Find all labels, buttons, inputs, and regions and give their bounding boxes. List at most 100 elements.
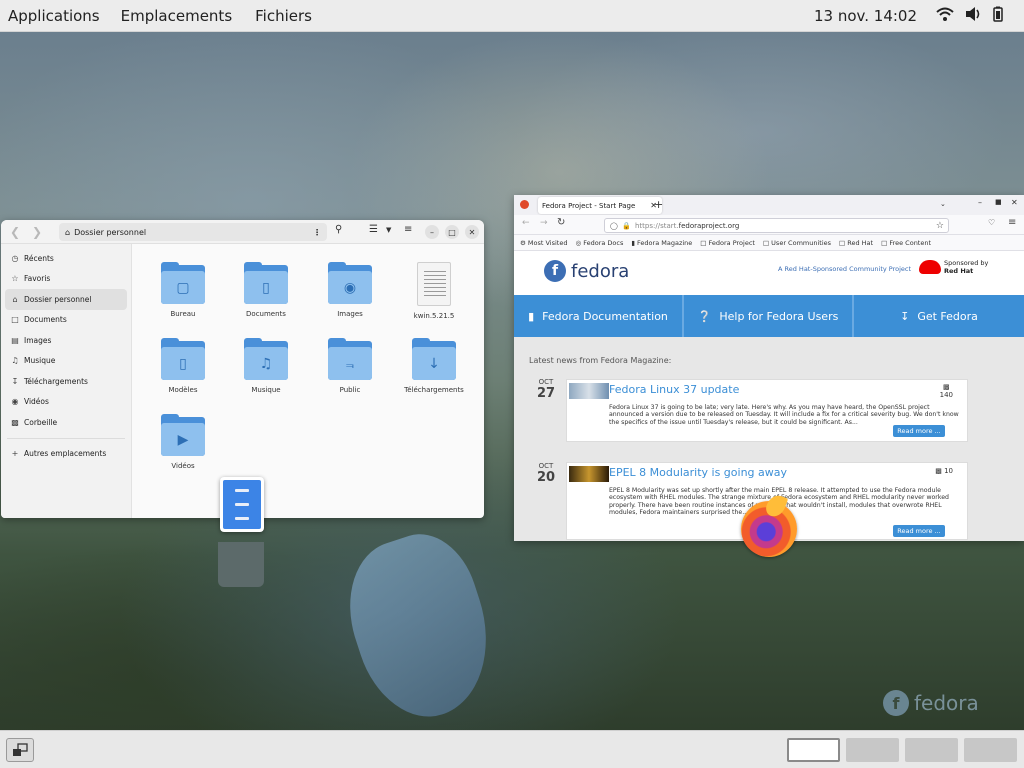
file-item-label: Vidéos: [171, 462, 195, 470]
pocket-icon[interactable]: ♡: [988, 218, 995, 227]
bookmark-most-visited[interactable]: ⚙ Most Visited: [520, 239, 567, 247]
show-desktop-button[interactable]: [6, 738, 34, 762]
files-window: ❮ ❯ ⌂ Dossier personnel ⋮ ⚲ ☰ ▼ ≡ – □ ✕ …: [1, 220, 484, 518]
url-bar[interactable]: ◯ 🔒 https://start. fedoraproject.org ☆: [604, 218, 949, 233]
article-thumbnail[interactable]: [569, 383, 609, 399]
workspace-1[interactable]: [787, 738, 840, 762]
sidebar-label: Dossier personnel: [24, 294, 92, 304]
search-icon[interactable]: ⚲: [335, 224, 342, 235]
sidebar-item-trash[interactable]: ▩ Corbeille: [1, 412, 131, 433]
sponsor-text[interactable]: A Red Hat-Sponsored Community Project: [778, 265, 911, 273]
download-folder-icon: ↓: [412, 338, 456, 380]
image-icon: ▤: [11, 335, 19, 345]
bookmark-star-icon[interactable]: ☆: [936, 221, 944, 231]
new-tab-icon[interactable]: +: [654, 198, 663, 211]
read-more-button[interactable]: Read more ...: [893, 425, 945, 437]
article-title[interactable]: Fedora Linux 37 update: [609, 383, 739, 396]
bookmark-user-communities[interactable]: □ User Communities: [763, 239, 831, 247]
view-toggle-icon[interactable]: ☰: [369, 224, 378, 235]
reload-icon[interactable]: ↻: [557, 217, 565, 228]
files-headerbar: ❮ ❯ ⌂ Dossier personnel ⋮ ⚲ ☰ ▼ ≡ – □ ✕: [1, 220, 484, 244]
close-icon[interactable]: ✕: [1011, 198, 1018, 207]
bookmark-red-hat[interactable]: □ Red Hat: [839, 239, 873, 247]
clock[interactable]: 13 nov. 14:02: [814, 7, 917, 25]
files-app-menu[interactable]: Fichiers: [247, 7, 320, 25]
top-bar: Applications Emplacements Fichiers 13 no…: [0, 0, 1024, 32]
red-hat-logo[interactable]: Sponsored by Red Hat: [919, 259, 988, 275]
download-icon: ↧: [11, 376, 19, 386]
file-item-kwin[interactable]: kwin.5.21.5: [392, 262, 476, 320]
close-icon[interactable]: ✕: [465, 225, 479, 239]
red-hat-text: Sponsored by Red Hat: [944, 259, 988, 275]
file-item-videos[interactable]: ▶ Vidéos: [141, 414, 225, 470]
firefox-logo-icon[interactable]: [741, 501, 797, 557]
sidebar-item-videos[interactable]: ◉ Vidéos: [1, 392, 131, 413]
sidebar-label: Favoris: [24, 274, 51, 284]
minimize-icon[interactable]: –: [978, 198, 982, 207]
places-menu[interactable]: Emplacements: [113, 7, 241, 25]
url-domain: fedoraproject.org: [678, 221, 740, 230]
wallpaper-river: [330, 521, 510, 730]
shield-icon: ◯: [610, 221, 618, 230]
web-page: f fedora A Red Hat-Sponsored Community P…: [514, 251, 1024, 541]
bookmark-free-content[interactable]: □ Free Content: [881, 239, 931, 247]
file-item-label: Documents: [246, 310, 286, 318]
system-tray[interactable]: [936, 6, 1004, 22]
view-options-chevron-icon[interactable]: ▼: [386, 226, 391, 234]
sidebar-item-favorites[interactable]: ☆ Favoris: [1, 269, 131, 290]
back-arrow-icon[interactable]: ←: [522, 218, 530, 228]
forward-arrow-icon[interactable]: ❯: [32, 225, 42, 239]
workspace-4[interactable]: [964, 738, 1017, 762]
path-menu-icon[interactable]: ⋮: [313, 228, 321, 237]
file-item-downloads[interactable]: ↓ Téléchargements: [392, 338, 476, 394]
maximize-icon[interactable]: □: [445, 225, 459, 239]
firefox-menu-icon[interactable]: [520, 200, 529, 209]
back-arrow-icon[interactable]: ❮: [10, 225, 20, 239]
article-comments[interactable]: ▩ 140: [940, 383, 953, 399]
file-cabinet-icon[interactable]: [220, 477, 264, 532]
sidebar-item-recent[interactable]: ◷ Récents: [1, 248, 131, 269]
bookmark-fedora-magazine[interactable]: ▮ Fedora Magazine: [631, 239, 692, 247]
forward-arrow-icon[interactable]: →: [540, 218, 548, 228]
read-more-button[interactable]: Read more ...: [893, 525, 945, 537]
file-item-music[interactable]: ♫ Musique: [224, 338, 308, 394]
applications-menu[interactable]: Applications: [0, 7, 108, 25]
minimize-icon[interactable]: –: [425, 225, 439, 239]
tab-list-chevron-icon[interactable]: ⌄: [940, 200, 946, 208]
article-title[interactable]: EPEL 8 Modularity is going away: [609, 466, 787, 479]
main-menu-icon[interactable]: ≡: [404, 224, 412, 235]
maximize-icon[interactable]: ■: [995, 198, 1002, 206]
help-icon: ❔: [697, 309, 712, 323]
nav-help-fedora-users[interactable]: ❔ Help for Fedora Users: [684, 295, 854, 337]
article-thumbnail[interactable]: [569, 466, 609, 482]
sponsored-by-label: Sponsored by: [944, 259, 989, 267]
fedora-logo[interactable]: f fedora: [544, 260, 629, 282]
files-sidebar: ◷ Récents ☆ Favoris ⌂ Dossier personnel □ Do…: [1, 244, 132, 518]
documents-folder-icon: ▯: [244, 262, 288, 304]
tab-fedora-start[interactable]: Fedora Project - Start Page ✕: [538, 197, 662, 214]
sidebar-item-home[interactable]: ⌂ Dossier personnel: [5, 289, 127, 310]
sidebar-item-images[interactable]: ▤ Images: [1, 330, 131, 351]
nav-get-fedora[interactable]: ↧ Get Fedora: [854, 295, 1024, 337]
workspace-2[interactable]: [846, 738, 899, 762]
bookmark-fedora-project[interactable]: □ Fedora Project: [700, 239, 755, 247]
sidebar-item-downloads[interactable]: ↧ Téléchargements: [1, 371, 131, 392]
hamburger-menu-icon[interactable]: ≡: [1008, 217, 1016, 228]
file-item-templates[interactable]: ▯ Modèles: [141, 338, 225, 394]
firefox-window: Fedora Project - Start Page ✕ + ⌄ – ■ ✕ …: [514, 195, 1024, 541]
article-comments[interactable]: ▩ 10: [935, 467, 953, 475]
sidebar-item-other-locations[interactable]: + Autres emplacements: [1, 444, 131, 465]
sidebar-item-music[interactable]: ♫ Musique: [1, 351, 131, 372]
file-item-images[interactable]: ◉ Images: [308, 262, 392, 318]
file-item-public[interactable]: ⫬ Public: [308, 338, 392, 394]
workspace-3[interactable]: [905, 738, 958, 762]
nav-fedora-documentation[interactable]: ▮ Fedora Documentation: [514, 295, 684, 337]
file-item-bureau[interactable]: ▢ Bureau: [141, 262, 225, 318]
path-bar[interactable]: ⌂ Dossier personnel ⋮: [59, 223, 327, 241]
sidebar-label: Téléchargements: [24, 376, 88, 386]
file-item-documents[interactable]: ▯ Documents: [224, 262, 308, 318]
home-icon: ⌂: [12, 294, 18, 304]
sidebar-item-documents[interactable]: □ Documents: [1, 310, 131, 331]
bookmark-fedora-docs[interactable]: ◎ Fedora Docs: [575, 239, 623, 247]
sidebar-label: Autres emplacements: [24, 449, 107, 459]
